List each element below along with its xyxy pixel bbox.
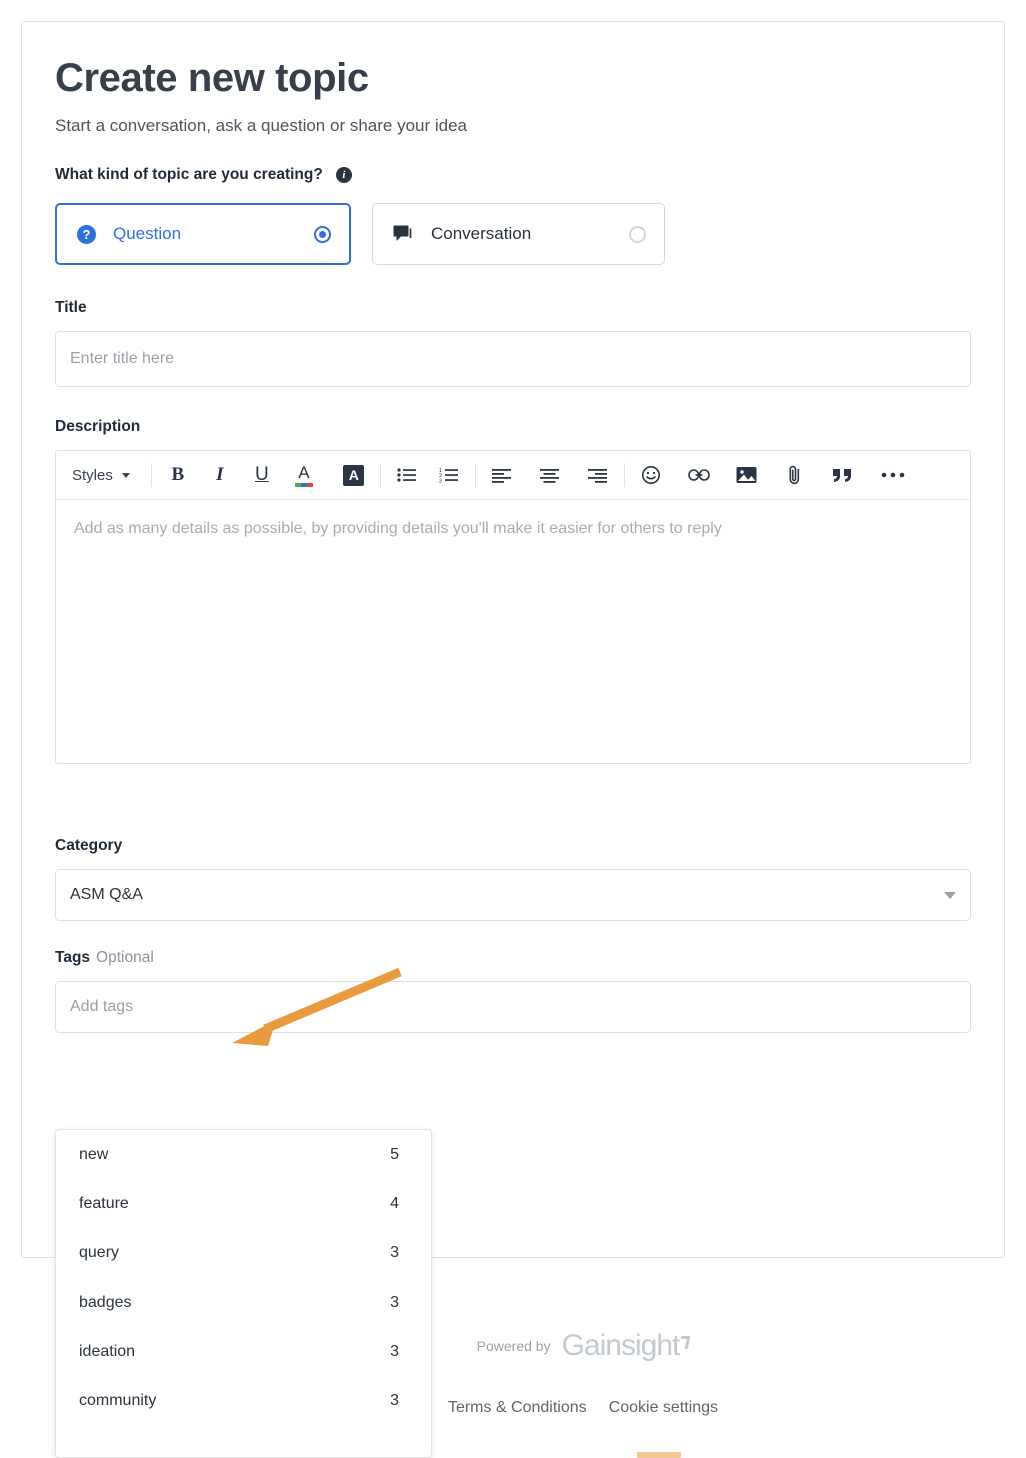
bold-icon[interactable]: B [163, 459, 193, 491]
question-circle-icon: ? [77, 224, 96, 244]
tag-count: 3 [390, 1244, 399, 1262]
image-icon[interactable] [732, 459, 762, 491]
tag-count: 3 [390, 1293, 399, 1311]
create-topic-page: Create new topic Start a conversation, a… [0, 0, 1026, 1458]
topic-type-option-conversation[interactable]: Conversation [372, 203, 665, 265]
underline-icon[interactable]: U [247, 459, 277, 491]
topic-type-option-question[interactable]: ? Question [55, 203, 351, 265]
attachment-icon[interactable] [780, 459, 810, 491]
text-color-icon[interactable]: A [289, 459, 319, 491]
more-options-icon[interactable] [878, 459, 908, 491]
radio-question[interactable] [314, 225, 331, 243]
toolbar-divider-2 [379, 463, 381, 487]
title-input[interactable]: Enter title here [55, 331, 971, 387]
align-left-icon[interactable] [487, 459, 517, 491]
category-select-value: ASM Q&A [70, 886, 143, 903]
tag-name: feature [79, 1194, 129, 1212]
tag-count: 5 [390, 1145, 399, 1163]
svg-text:3: 3 [439, 478, 442, 483]
italic-icon[interactable]: I [205, 459, 235, 491]
question-mark-glyph: ? [77, 224, 96, 244]
tag-name: community [79, 1392, 157, 1410]
list-item[interactable]: new 5 [56, 1130, 431, 1179]
create-topic-card: Create new topic Start a conversation, a… [21, 21, 1005, 1258]
tag-count: 3 [390, 1392, 399, 1410]
list-item[interactable]: feature 4 [56, 1179, 431, 1228]
gainsight-wordmark: Gainsight [561, 1329, 681, 1362]
bold-glyph: B [171, 464, 185, 485]
toolbar-divider [150, 463, 152, 487]
tag-count: 4 [390, 1194, 399, 1212]
tags-input[interactable]: Add tags [55, 981, 971, 1033]
styles-dropdown[interactable]: Styles [70, 459, 140, 491]
description-label: Description [55, 418, 141, 435]
toolbar-divider-3 [474, 463, 476, 487]
italic-glyph: I [216, 464, 224, 485]
info-icon[interactable]: i [335, 167, 352, 183]
tag-name: new [79, 1145, 109, 1163]
background-color-icon[interactable]: A [339, 459, 369, 491]
cookie-settings-link[interactable]: Cookie settings [609, 1399, 718, 1417]
editor-toolbar: Styles B I U A A 1 2 3 [56, 451, 970, 500]
text-color-glyph-wrap: A [294, 462, 313, 487]
topic-type-option-conversation-label: Conversation [431, 224, 532, 243]
category-select[interactable]: ASM Q&A [55, 869, 971, 921]
topic-type-label-text: What kind of topic are you creating? [55, 166, 323, 183]
list-item[interactable]: ideation 3 [56, 1327, 431, 1376]
chevron-down-icon [944, 891, 956, 899]
comment-icon [393, 225, 414, 244]
powered-by-text: Powered by [476, 1338, 551, 1354]
description-editor: Styles B I U A A 1 2 3 Add as many detai… [55, 450, 971, 764]
page-title: Create new topic [55, 56, 369, 100]
topic-type-option-question-label: Question [113, 224, 182, 243]
link-icon[interactable] [684, 459, 714, 491]
text-color-glyph: A [298, 462, 310, 482]
list-item[interactable]: query 3 [56, 1229, 431, 1278]
bulleted-list-icon[interactable] [392, 459, 422, 491]
tag-count: 3 [390, 1342, 399, 1360]
color-swatch-bar [294, 482, 313, 487]
topic-type-options: ? Question Conversation [55, 203, 971, 265]
page-subtitle: Start a conversation, ask a question or … [55, 116, 468, 135]
tag-name: ideation [79, 1342, 136, 1360]
title-input-placeholder: Enter title here [70, 350, 175, 367]
description-placeholder: Add as many details as possible, by prov… [74, 520, 722, 537]
terms-conditions-link[interactable]: Terms & Conditions [448, 1399, 587, 1417]
tags-label: Tags Optional [55, 949, 971, 967]
gainsight-logo: Gainsight [561, 1329, 691, 1363]
chevron-down-icon [121, 472, 130, 478]
blockquote-icon[interactable] [828, 459, 858, 491]
toolbar-divider-4 [623, 463, 625, 487]
list-item[interactable]: badges 3 [56, 1278, 431, 1327]
category-label: Category [55, 837, 123, 854]
topic-type-label: What kind of topic are you creating? i [55, 166, 971, 184]
emoji-icon[interactable] [636, 459, 666, 491]
tag-name: badges [79, 1293, 132, 1311]
radio-conversation[interactable] [629, 225, 646, 243]
align-center-icon[interactable] [535, 459, 565, 491]
tags-input-placeholder: Add tags [70, 998, 134, 1015]
styles-dropdown-label: Styles [72, 466, 113, 484]
gainsight-logo-tick [678, 1336, 691, 1349]
title-label: Title [55, 299, 87, 316]
list-item[interactable]: community 3 [56, 1376, 431, 1425]
background-color-glyph: A [343, 464, 365, 486]
tag-name: query [79, 1244, 120, 1262]
numbered-list-icon[interactable]: 1 2 3 [434, 459, 464, 491]
tag-suggestions-menu: new 5 feature 4 query 3 badges 3 ideatio… [55, 1129, 432, 1458]
underline-glyph: U [254, 464, 269, 485]
bottom-orange-marker [637, 1452, 681, 1458]
description-textarea[interactable]: Add as many details as possible, by prov… [56, 500, 970, 763]
tags-optional-label: Optional [96, 949, 154, 966]
tags-label-text: Tags [55, 949, 91, 966]
align-right-icon[interactable] [583, 459, 613, 491]
